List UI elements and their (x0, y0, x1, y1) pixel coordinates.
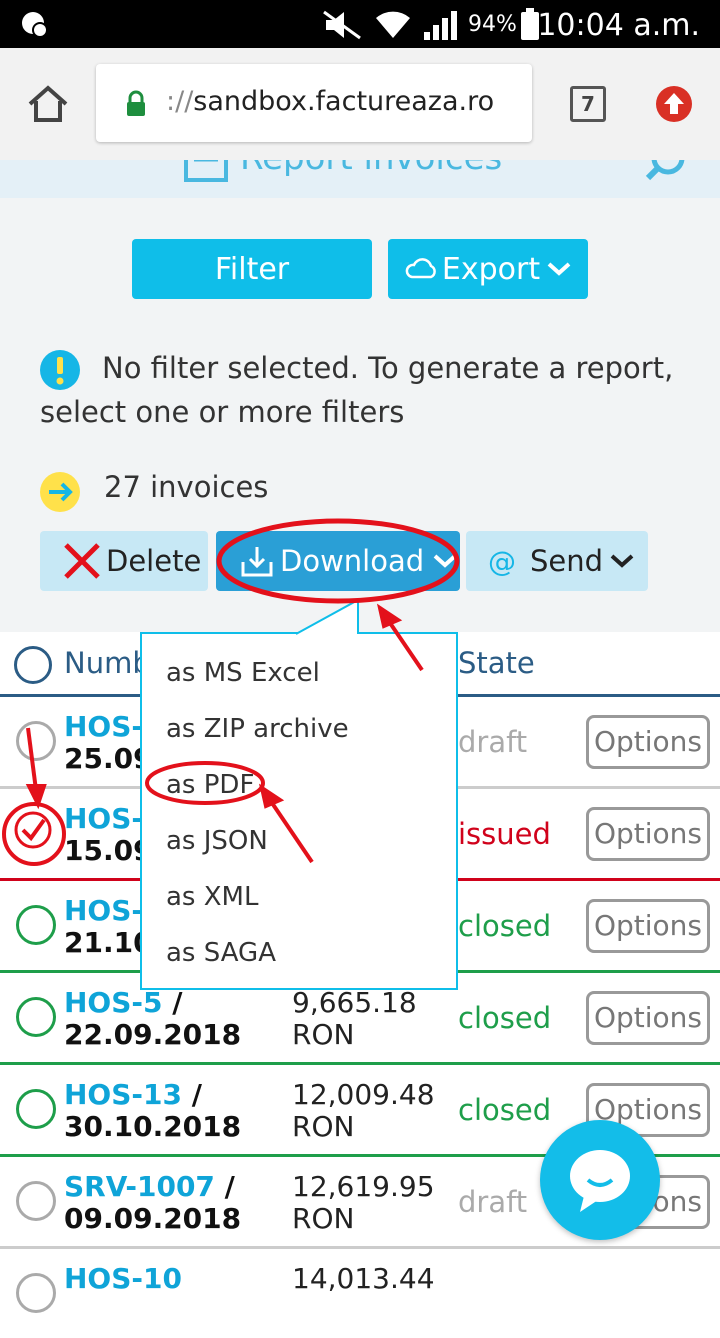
row-checkbox[interactable] (16, 721, 56, 761)
notice-text: No filter selected. To generate a report… (40, 351, 674, 429)
tab-switcher-button[interactable]: 7 (570, 86, 606, 122)
url-host: sandbox.factureaza.ro (193, 86, 495, 117)
download-menu: as MS Excel as ZIP archive as PDF as JSO… (140, 598, 458, 990)
menu-item-excel[interactable]: as MS Excel (166, 658, 320, 688)
invoice-number[interactable]: SRV-1007 (64, 1170, 215, 1203)
row-checkbox[interactable] (16, 905, 56, 945)
export-button-label: Export (441, 251, 541, 287)
menu-item-zip[interactable]: as ZIP archive (166, 714, 349, 744)
column-header-state[interactable]: State (458, 646, 535, 680)
options-button[interactable]: Options (586, 715, 710, 769)
invoice-amount: 9,665.18 (292, 986, 417, 1019)
url-scheme: :// (166, 86, 194, 117)
invoice-amount: 12,009.48 (292, 1078, 435, 1111)
chevron-down-icon (433, 554, 457, 568)
signal-icon (424, 11, 457, 40)
send-button[interactable]: @ Send (466, 531, 648, 591)
search-icon[interactable] (640, 160, 690, 190)
invoice-number[interactable]: HOS-10 (64, 1263, 182, 1295)
chat-button[interactable] (540, 1120, 660, 1240)
invoice-state: draft (458, 1185, 528, 1219)
at-icon: @ (488, 544, 516, 578)
options-button[interactable]: Options (586, 991, 710, 1045)
invoice-number-line: HOS-13 / (64, 1078, 202, 1111)
invoice-date: 09.09.2018 (64, 1202, 242, 1235)
address-bar[interactable]: ://sandbox.factureaza.ro (96, 64, 532, 142)
arrow-right-icon (40, 472, 80, 512)
invoice-state: closed (458, 1093, 552, 1127)
invoice-number[interactable]: HOS-13 (64, 1078, 182, 1111)
status-bar: 94% 10:04 a.m. (0, 0, 720, 48)
browser-toolbar: ://sandbox.factureaza.ro 7 (0, 48, 720, 161)
menu-pointer (295, 598, 359, 635)
download-icon (241, 547, 273, 577)
table-row: HOS-10 14,013.44 (0, 1249, 720, 1338)
menu-item-pdf[interactable]: as PDF (166, 770, 254, 800)
menu-item-xml[interactable]: as XML (166, 882, 258, 912)
invoice-date: 30.10.2018 (64, 1110, 242, 1143)
options-button[interactable]: Options (586, 807, 710, 861)
battery-percent: 94% (468, 12, 517, 37)
clock: 10:04 a.m. (537, 8, 700, 43)
update-icon[interactable] (654, 84, 694, 124)
row-checkbox[interactable] (16, 1181, 56, 1221)
invoice-state: issued (458, 817, 551, 851)
menu-item-json[interactable]: as JSON (166, 826, 268, 856)
page-title: Report invoices (240, 160, 502, 178)
notification-icon (22, 12, 48, 38)
menu-item-saga[interactable]: as SAGA (166, 938, 276, 968)
invoice-number[interactable]: HOS-5 (64, 986, 163, 1019)
invoice-date: 22.09.2018 (64, 1018, 242, 1051)
row-checkbox-checked[interactable] (14, 811, 52, 849)
select-all-checkbox[interactable] (14, 646, 52, 684)
invoice-count: 27 invoices (104, 470, 269, 504)
invoice-state: draft (458, 725, 528, 759)
chevron-down-icon (547, 262, 571, 276)
chat-icon (570, 1150, 630, 1212)
invoice-state: closed (458, 909, 552, 943)
row-checkbox[interactable] (16, 1089, 56, 1129)
invoice-state: closed (458, 1001, 552, 1035)
export-button[interactable]: Export (388, 239, 588, 299)
check-icon (14, 811, 52, 849)
chevron-down-icon (610, 554, 634, 568)
mute-icon (323, 10, 361, 40)
cloud-icon (405, 258, 436, 279)
options-button[interactable]: Options (586, 899, 710, 953)
invoice-currency: RON (292, 1202, 355, 1235)
wifi-icon (376, 11, 410, 38)
report-icon (184, 160, 228, 182)
page-header: Report invoices (0, 160, 720, 198)
send-button-label: Send (530, 544, 604, 578)
invoice-number-line: SRV-1007 / (64, 1170, 235, 1203)
delete-button-label: Delete (106, 544, 202, 578)
delete-x-icon (64, 543, 100, 579)
row-checkbox[interactable] (16, 1273, 56, 1313)
lock-icon (127, 90, 145, 116)
invoice-currency: RON (292, 1018, 355, 1051)
invoice-amount: 14,013.44 (292, 1262, 435, 1295)
invoice-number-line: HOS-5 / (64, 986, 183, 1019)
home-icon[interactable] (26, 84, 70, 124)
no-filter-notice: No filter selected. To generate a report… (40, 346, 690, 434)
filter-button[interactable]: Filter (132, 239, 372, 299)
delete-button[interactable]: Delete (40, 531, 208, 591)
invoice-amount: 12,619.95 (292, 1170, 435, 1203)
url-text: ://sandbox.factureaza.ro (166, 86, 494, 117)
filter-button-label: Filter (214, 251, 290, 287)
row-checkbox[interactable] (16, 997, 56, 1037)
download-button-label: Download (280, 544, 425, 578)
download-button[interactable]: Download (216, 531, 460, 591)
invoice-currency: RON (292, 1110, 355, 1143)
